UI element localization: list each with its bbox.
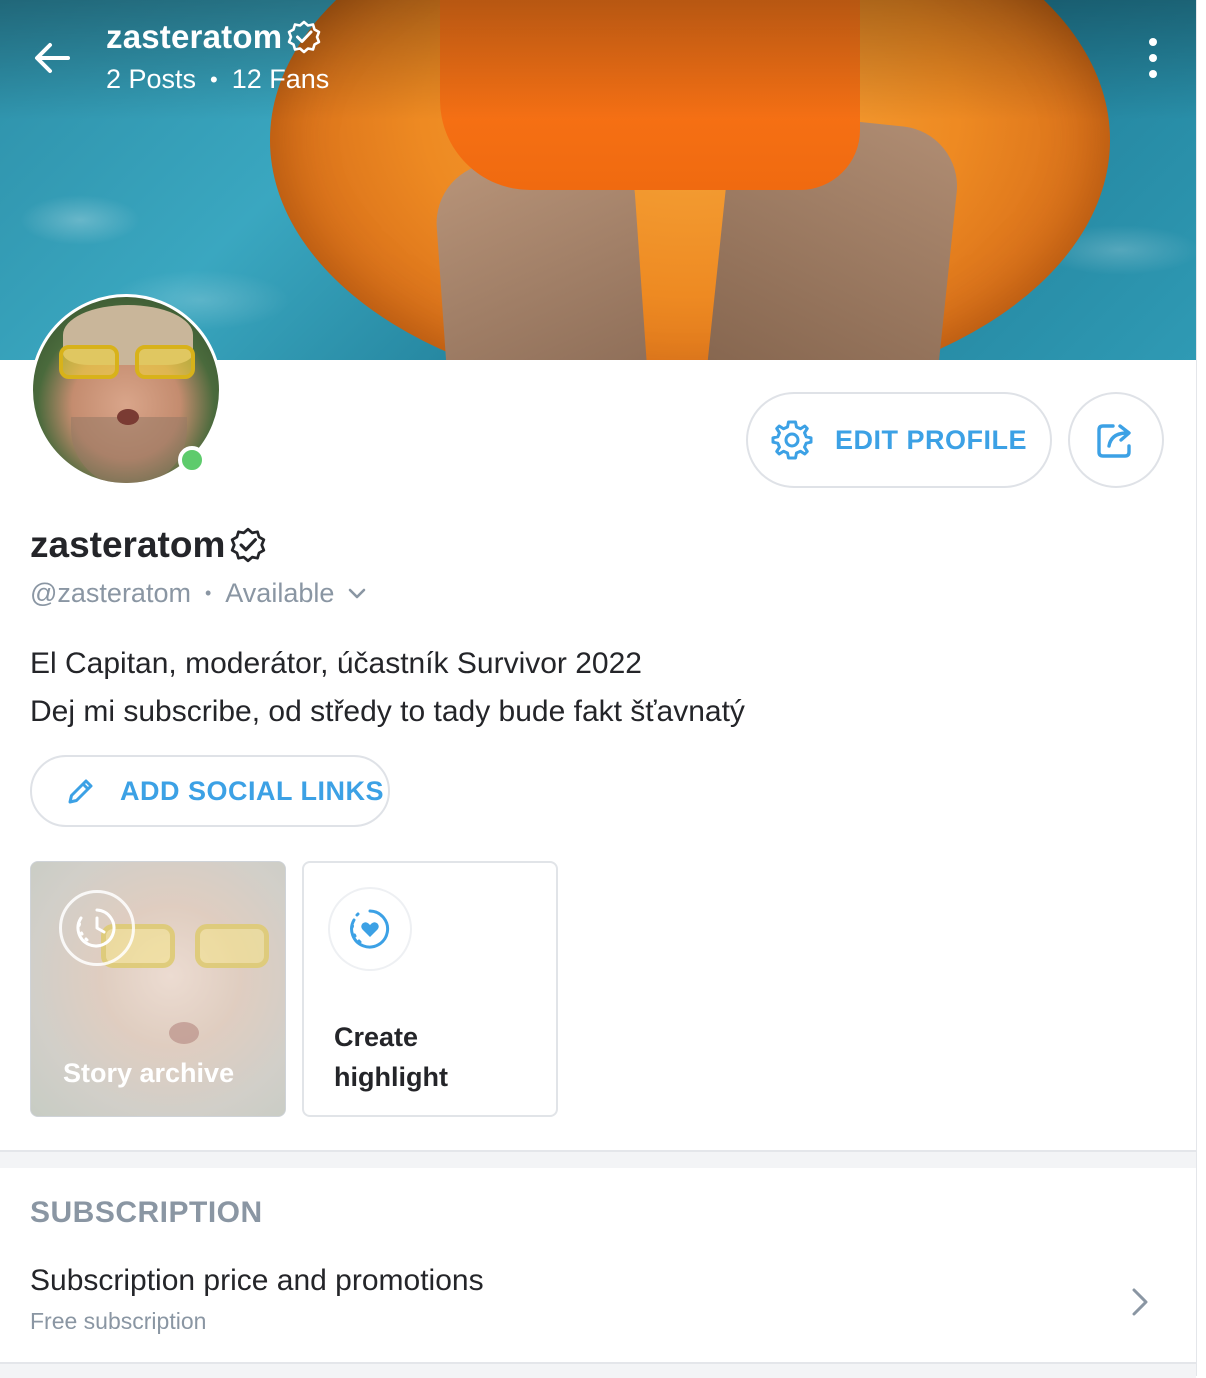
header-username-row: zasteratom (106, 18, 322, 56)
add-social-links-button[interactable]: ADD SOCIAL LINKS (30, 755, 390, 827)
share-icon (1097, 424, 1131, 458)
subscription-section-title: SUBSCRIPTION (30, 1196, 263, 1229)
edit-profile-button[interactable]: EDIT PROFILE (746, 392, 1052, 488)
subscription-item-label: Subscription price and promotions (30, 1264, 484, 1297)
availability-status: Available (225, 578, 335, 608)
profile-bio: El Capitan, moderátor, účastník Survivor… (30, 640, 745, 736)
heart-circle-icon (330, 889, 410, 969)
share-button[interactable] (1068, 392, 1164, 488)
display-name-row: zasteratom (30, 524, 267, 566)
profile-page: zasteratom 2 Posts • 12 Fans EDIT PROFIL… (0, 0, 1197, 1378)
bio-line: Dej mi subscribe, od středy to tady bude… (30, 695, 745, 728)
profile-handle: @zasteratom (30, 578, 191, 608)
back-button[interactable] (28, 34, 76, 82)
bio-line: El Capitan, moderátor, účastník Survivor… (30, 647, 642, 680)
story-archive-card[interactable]: Story archive (30, 861, 286, 1117)
create-highlight-card[interactable]: Create highlight (302, 861, 558, 1117)
add-social-links-label: ADD SOCIAL LINKS (120, 775, 385, 806)
header-username: zasteratom (106, 18, 283, 55)
verified-badge-icon (287, 20, 321, 54)
edit-profile-label: EDIT PROFILE (834, 424, 1027, 455)
more-options-button[interactable] (1136, 38, 1170, 78)
subscription-item-note: Free subscription (30, 1308, 207, 1334)
more-vertical-icon (1149, 38, 1157, 46)
chevron-down-icon (349, 588, 366, 598)
create-highlight-label: Create highlight (334, 1022, 448, 1092)
gear-icon (771, 420, 813, 460)
back-arrow-icon (35, 43, 70, 73)
clock-icon (59, 890, 135, 966)
pencil-icon (68, 779, 93, 804)
handle-row: @zasteratom • Available (30, 578, 366, 609)
section-divider (0, 1150, 1196, 1168)
chevron-right-icon (1132, 1288, 1148, 1316)
stats-separator: • (210, 66, 218, 92)
story-archive-label: Story archive (63, 1058, 235, 1088)
online-status-dot (178, 446, 206, 474)
availability-status-dropdown[interactable]: Available (225, 578, 366, 609)
display-name: zasteratom (30, 524, 226, 565)
handle-separator: • (204, 583, 212, 603)
header-stats: 2 Posts • 12 Fans (106, 64, 329, 95)
subscription-price-row[interactable]: Subscription price and promotions Free s… (0, 1250, 1196, 1360)
posts-count[interactable]: 2 Posts (106, 64, 196, 95)
verified-badge-icon (231, 527, 266, 563)
fans-count[interactable]: 12 Fans (232, 64, 330, 95)
